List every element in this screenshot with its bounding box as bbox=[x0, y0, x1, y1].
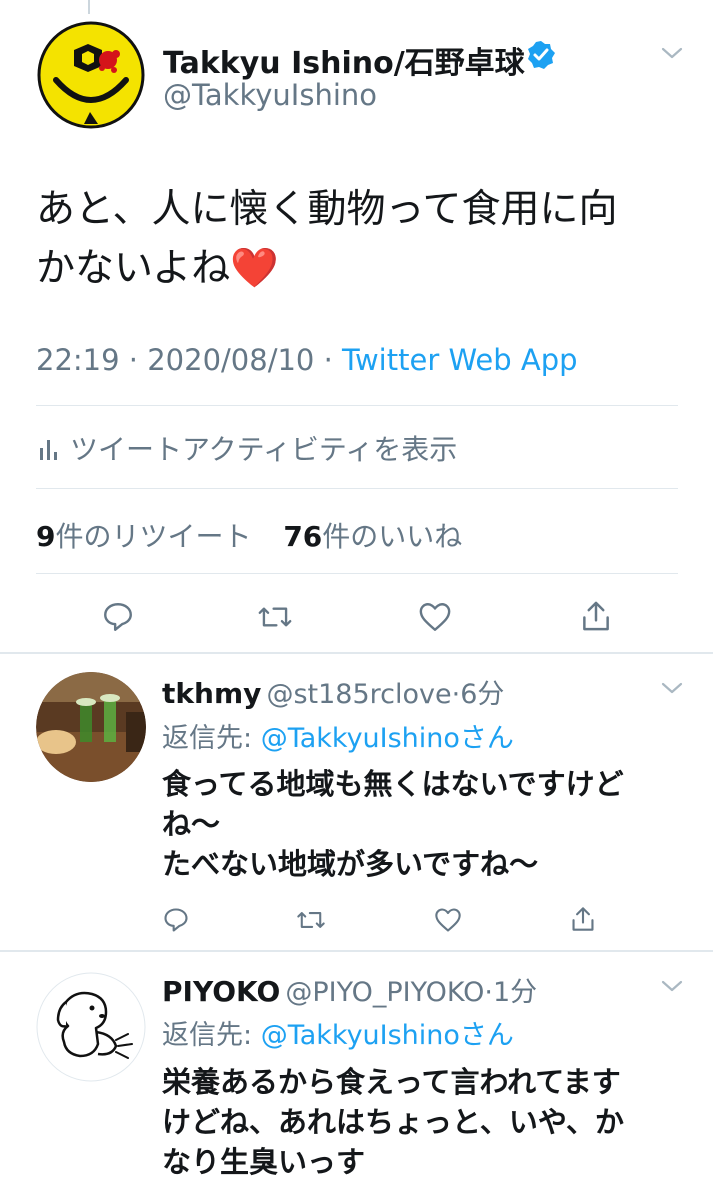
retweets-stat[interactable]: 9件のリツイート bbox=[36, 520, 252, 553]
reply-author-name[interactable]: tkhmy bbox=[162, 677, 261, 710]
heart-emoji: ❤️ bbox=[230, 246, 279, 291]
like-icon[interactable] bbox=[418, 601, 452, 633]
reply-text-line: ね〜 bbox=[162, 807, 221, 841]
reply-text-line: 食ってる地域も無くはないですけど bbox=[162, 767, 624, 801]
reply-time: 1分 bbox=[492, 977, 538, 1008]
share-icon[interactable] bbox=[570, 904, 596, 934]
reply-to-link[interactable]: @TakkyuIshinoさん bbox=[261, 723, 514, 754]
reply-meta: tkhmy @st185rclove·6分 bbox=[162, 672, 504, 711]
reply-avatar[interactable] bbox=[36, 672, 146, 782]
divider bbox=[36, 488, 678, 489]
reply-avatar[interactable] bbox=[36, 972, 146, 1082]
reply-text: 栄養あるから食えって言われてます けどね、あれはちょっと、いや、か なり生臭いっ… bbox=[162, 1062, 682, 1182]
reply-to: 返信先: @TakkyuIshinoさん bbox=[162, 723, 514, 754]
meta-separator: · bbox=[323, 343, 333, 377]
bar-chart-icon bbox=[38, 432, 58, 466]
reply-to: 返信先: @TakkyuIshinoさん bbox=[162, 1020, 514, 1051]
meta-separator: · bbox=[484, 977, 493, 1008]
reply-time: 6分 bbox=[460, 679, 505, 710]
tweet-meta: 22:19 · 2020/08/10 · Twitter Web App bbox=[36, 343, 578, 377]
meta-separator: · bbox=[128, 343, 139, 377]
tweet-date: 2020/08/10 bbox=[147, 343, 315, 377]
tweet-app-link[interactable]: Twitter Web App bbox=[342, 343, 578, 377]
tweet-text: あと、人に懐く動物って食用に向 かないよね❤️ bbox=[36, 180, 686, 298]
tweet-text-line-2: かないよね❤️ bbox=[36, 246, 279, 291]
reply-text: 食ってる地域も無くはないですけど ね〜 たべない地域が多いですね〜 bbox=[162, 764, 682, 884]
reply-icon[interactable] bbox=[162, 906, 190, 934]
like-icon[interactable] bbox=[434, 907, 462, 933]
tweet-separator bbox=[0, 652, 713, 654]
tweet-stats: 9件のリツイート 76件のいいね bbox=[36, 515, 462, 555]
thread-line bbox=[88, 0, 90, 14]
author-avatar[interactable] bbox=[36, 20, 146, 130]
author-handle[interactable]: @TakkyuIshino bbox=[163, 78, 377, 112]
reply-author-handle[interactable]: @PIYO_PIYOKO bbox=[285, 977, 484, 1008]
tweet-time: 22:19 bbox=[36, 343, 120, 377]
chevron-down-icon[interactable] bbox=[660, 978, 684, 998]
reply-meta: PIYOKO @PIYO_PIYOKO·1分 bbox=[162, 970, 537, 1009]
author-name[interactable]: Takkyu Ishino/石野卓球 bbox=[163, 38, 525, 82]
reply-author-handle[interactable]: @st185rclove bbox=[266, 679, 451, 710]
divider bbox=[36, 573, 678, 574]
reply-text-line: けどね、あれはちょっと、いや、か bbox=[162, 1105, 624, 1139]
reply-text-line: なり生臭いっす bbox=[162, 1145, 366, 1179]
likes-stat[interactable]: 76件のいいね bbox=[283, 520, 462, 553]
meta-separator: · bbox=[451, 679, 461, 710]
tweet-separator bbox=[0, 950, 713, 952]
retweet-icon[interactable] bbox=[257, 600, 293, 634]
share-icon[interactable] bbox=[580, 598, 612, 634]
reply-text-line: たべない地域が多いですね〜 bbox=[162, 847, 539, 881]
divider bbox=[36, 405, 678, 406]
retweet-icon[interactable] bbox=[296, 906, 326, 934]
reply-text-line: 栄養あるから食えって言われてます bbox=[162, 1065, 621, 1099]
tweet-text-line-1: あと、人に懐く動物って食用に向 bbox=[36, 187, 618, 232]
tweet-activity-link[interactable]: ツイートアクティビティを表示 bbox=[70, 428, 457, 468]
chevron-down-icon[interactable] bbox=[660, 680, 684, 700]
verified-badge-icon bbox=[526, 40, 556, 74]
reply-author-name[interactable]: PIYOKO bbox=[162, 975, 280, 1008]
chevron-down-icon[interactable] bbox=[660, 42, 684, 67]
reply-to-link[interactable]: @TakkyuIshinoさん bbox=[261, 1020, 514, 1051]
reply-icon[interactable] bbox=[101, 600, 135, 634]
